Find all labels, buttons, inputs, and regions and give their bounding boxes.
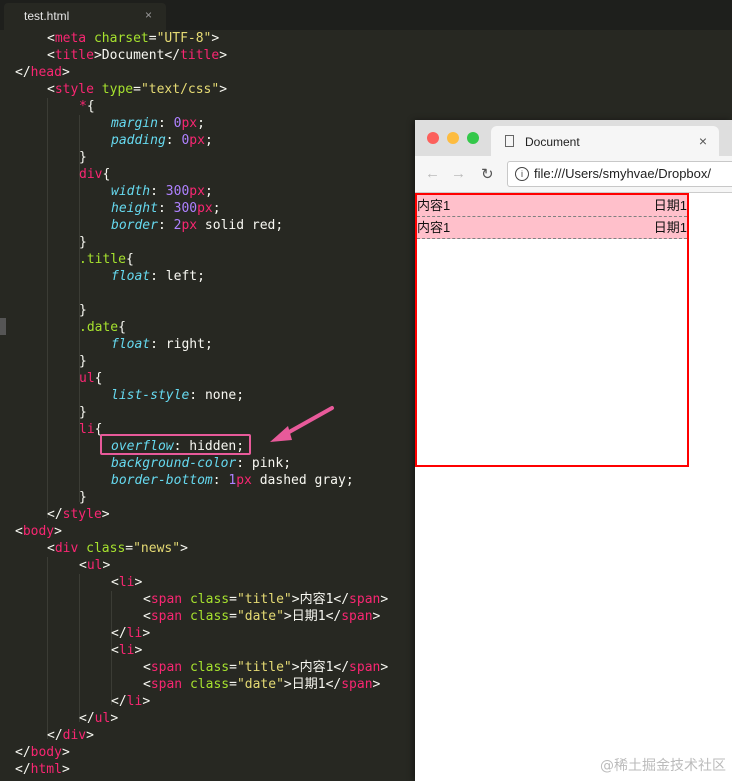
code-line: .date{ <box>79 320 126 335</box>
code-line: <div class="news"> <box>47 541 188 556</box>
code-line: *{ <box>79 99 95 114</box>
forward-arrow-icon[interactable]: → <box>451 165 466 182</box>
code-line: border: 2px solid red; <box>111 218 284 233</box>
back-arrow-icon[interactable]: ← <box>425 165 440 182</box>
list-item: 内容1 日期1 <box>417 217 687 239</box>
close-window-button[interactable] <box>427 132 439 144</box>
code-line: margin: 0px; <box>111 116 205 131</box>
code-line: } <box>79 235 87 250</box>
news-box: 内容1 日期1 内容1 日期1 <box>415 193 689 467</box>
document-icon <box>505 135 514 147</box>
item-title: 内容1 <box>417 220 451 235</box>
code-line: <span class="date">日期1</span> <box>143 677 381 692</box>
browser-tab-document[interactable]: Document × <box>491 126 719 156</box>
code-line: div{ <box>79 167 111 182</box>
code-line: ul{ <box>79 371 103 386</box>
code-line: padding: 0px; <box>111 133 213 148</box>
page-viewport: 内容1 日期1 内容1 日期1 <box>415 193 732 781</box>
code-line: list-style: none; <box>111 388 245 403</box>
address-bar[interactable]: i file:///Users/smyhvae/Dropbox/ <box>507 161 732 187</box>
highlight-box <box>100 434 251 455</box>
code-line: } <box>79 354 87 369</box>
code-line: </body> <box>15 745 70 760</box>
watermark: @稀土掘金技术社区 <box>600 758 726 774</box>
editor-tab-label: test.html <box>24 9 70 23</box>
reload-icon[interactable]: ↻ <box>481 165 494 183</box>
code-line: </div> <box>47 728 94 743</box>
code-line: <span class="date">日期1</span> <box>143 609 381 624</box>
code-line: <li> <box>111 643 143 658</box>
code-line: } <box>79 303 87 318</box>
close-icon[interactable]: × <box>699 133 707 149</box>
code-line: </head> <box>15 65 70 80</box>
browser-titlebar: Document × <box>415 120 732 156</box>
item-date: 日期1 <box>653 220 687 235</box>
list-item: 内容1 日期1 <box>417 195 687 217</box>
code-line: background-color: pink; <box>111 456 292 471</box>
code-line: height: 300px; <box>111 201 221 216</box>
code-line: </html> <box>15 762 70 777</box>
code-line: </ul> <box>79 711 119 726</box>
editor-tab-test-html[interactable]: test.html × <box>4 3 166 30</box>
code-line: width: 300px; <box>111 184 213 199</box>
gutter-marker <box>0 318 6 335</box>
code-line: </style> <box>47 507 110 522</box>
code-line: <style type="text/css"> <box>47 82 228 97</box>
code-line: <li> <box>111 575 143 590</box>
item-title: 内容1 <box>417 198 451 213</box>
code-line: float: right; <box>111 337 213 352</box>
code-line: <span class="title">内容1</span> <box>143 592 389 607</box>
close-icon[interactable]: × <box>145 8 152 22</box>
code-line: </li> <box>111 626 151 641</box>
annotation-arrow-icon <box>270 406 334 442</box>
code-line: li{ <box>79 422 103 437</box>
code-line: <body> <box>15 524 62 539</box>
code-line: <ul> <box>79 558 111 573</box>
code-line: <meta charset="UTF-8"> <box>47 31 220 46</box>
code-line: } <box>79 490 87 505</box>
code-line: .title{ <box>79 252 134 267</box>
maximize-window-button[interactable] <box>467 132 479 144</box>
code-line: } <box>79 150 87 165</box>
code-line: float: left; <box>111 269 205 284</box>
url-text[interactable]: file:///Users/smyhvae/Dropbox/ <box>534 166 711 181</box>
browser-window: Document × ← → ↻ i file:///Users/smyhvae… <box>415 120 732 781</box>
code-line: </li> <box>111 694 151 709</box>
info-icon[interactable]: i <box>515 167 529 181</box>
code-line: border-bottom: 1px dashed gray; <box>111 473 354 488</box>
item-date: 日期1 <box>653 198 687 213</box>
code-line: <span class="title">内容1</span> <box>143 660 389 675</box>
minimize-window-button[interactable] <box>447 132 459 144</box>
browser-tab-title: Document <box>525 135 580 149</box>
editor-tab-bar: test.html × <box>0 0 732 30</box>
code-line: <title>Document</title> <box>47 48 228 63</box>
browser-toolbar: ← → ↻ i file:///Users/smyhvae/Dropbox/ <box>415 156 732 193</box>
code-line: } <box>79 405 87 420</box>
